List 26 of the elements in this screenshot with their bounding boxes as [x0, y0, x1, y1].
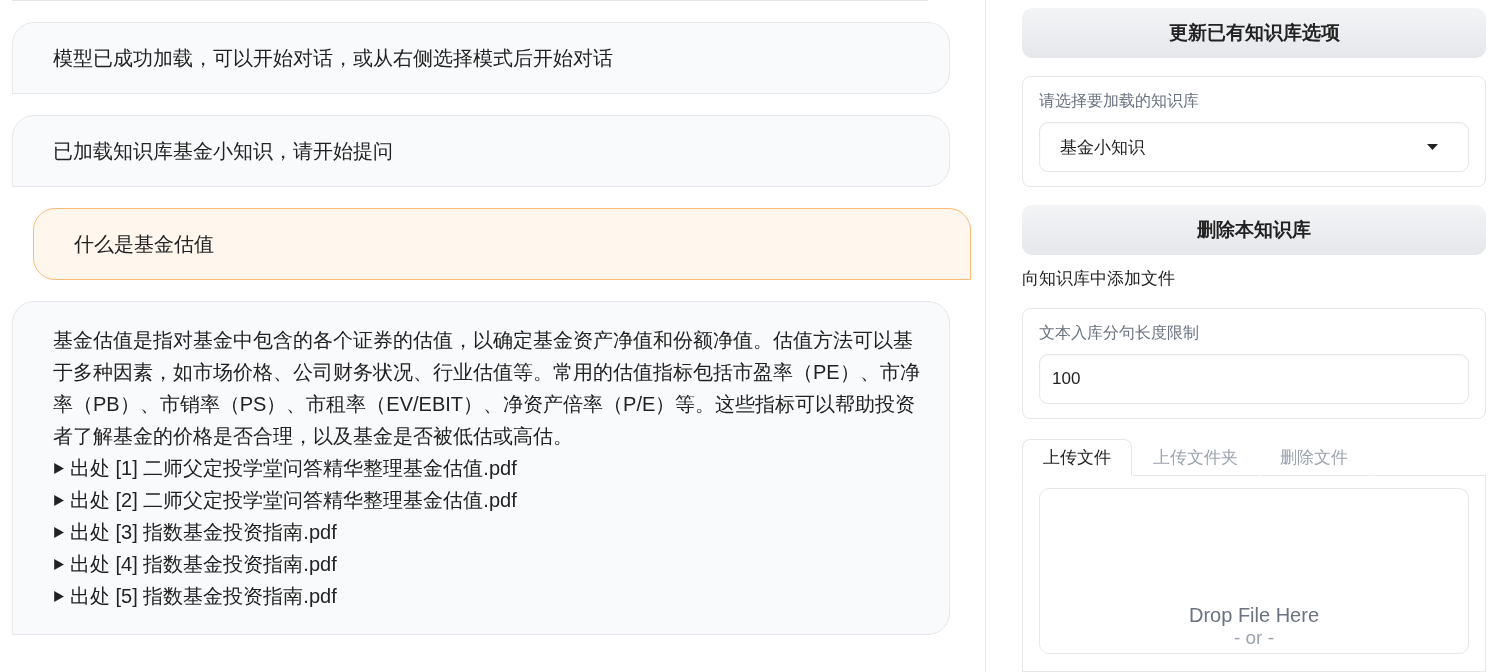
- dropdown-caret-icon: [1427, 144, 1438, 150]
- disclosure-triangle-icon: [53, 493, 64, 507]
- source-toggle[interactable]: 出处 [3] 指数基金投资指南.pdf: [53, 516, 927, 548]
- disclosure-triangle-icon: [53, 461, 64, 475]
- section-label: 向知识库中添加文件: [1022, 268, 1176, 290]
- source-toggle[interactable]: 出处 [2] 二师父定投学堂问答精华整理基金估值.pdf: [53, 484, 927, 516]
- drop-title: Drop File Here: [1188, 604, 1319, 627]
- disclosure-triangle-icon: [53, 525, 64, 539]
- chunk-length-input[interactable]: 100: [1039, 354, 1469, 404]
- drop-subtitle: - or -: [1233, 627, 1275, 649]
- update-knowledge-base-button[interactable]: 更新已有知识库选项: [1022, 8, 1486, 58]
- source-toggle[interactable]: 出处 [4] 指数基金投资指南.pdf: [53, 548, 927, 580]
- disclosure-triangle-icon: [53, 589, 64, 603]
- delete-knowledge-base-button[interactable]: 删除本知识库: [1022, 205, 1486, 255]
- source-toggle[interactable]: 出处 [1] 二师父定投学堂问答精华整理基金估值.pdf: [53, 452, 927, 484]
- message-text: 什么是基金估值: [74, 232, 215, 257]
- message-text: 基金估值是指对基金中包含的各个证券的估值，以确定基金资产净值和份额净值。估值方法可以基于多种因素，如市场价格、公司财务状况、行业估值等。常用的估值指标包括市盈率（PE）、市净率（PB）、市销率（PS）、市租率（EV/EBIT）、净资产倍率（P/E）等。这些指标可以帮助投资者了解基金的价格是否合理，以及基金是否被低估或高估。: [53, 328, 921, 449]
- message-text: 模型已成功加载，可以开始对话，或从右侧选择模式后开始对话: [53, 46, 614, 71]
- tab[interactable]: 上传文件: [1022, 439, 1132, 476]
- source-toggle[interactable]: 出处 [5] 指数基金投资指南.pdf: [53, 580, 927, 612]
- file-drop-zone[interactable]: Drop File Here - or -: [1039, 488, 1469, 654]
- message-text: 已加载知识库基金小知识，请开始提问: [53, 139, 394, 164]
- field-label: 文本入库分句长度限制: [1039, 323, 1200, 343]
- select-label: 请选择要加载的知识库: [1039, 91, 1200, 111]
- knowledge-base-dropdown[interactable]: 基金小知识: [1039, 122, 1469, 172]
- disclosure-triangle-icon: [53, 557, 64, 571]
